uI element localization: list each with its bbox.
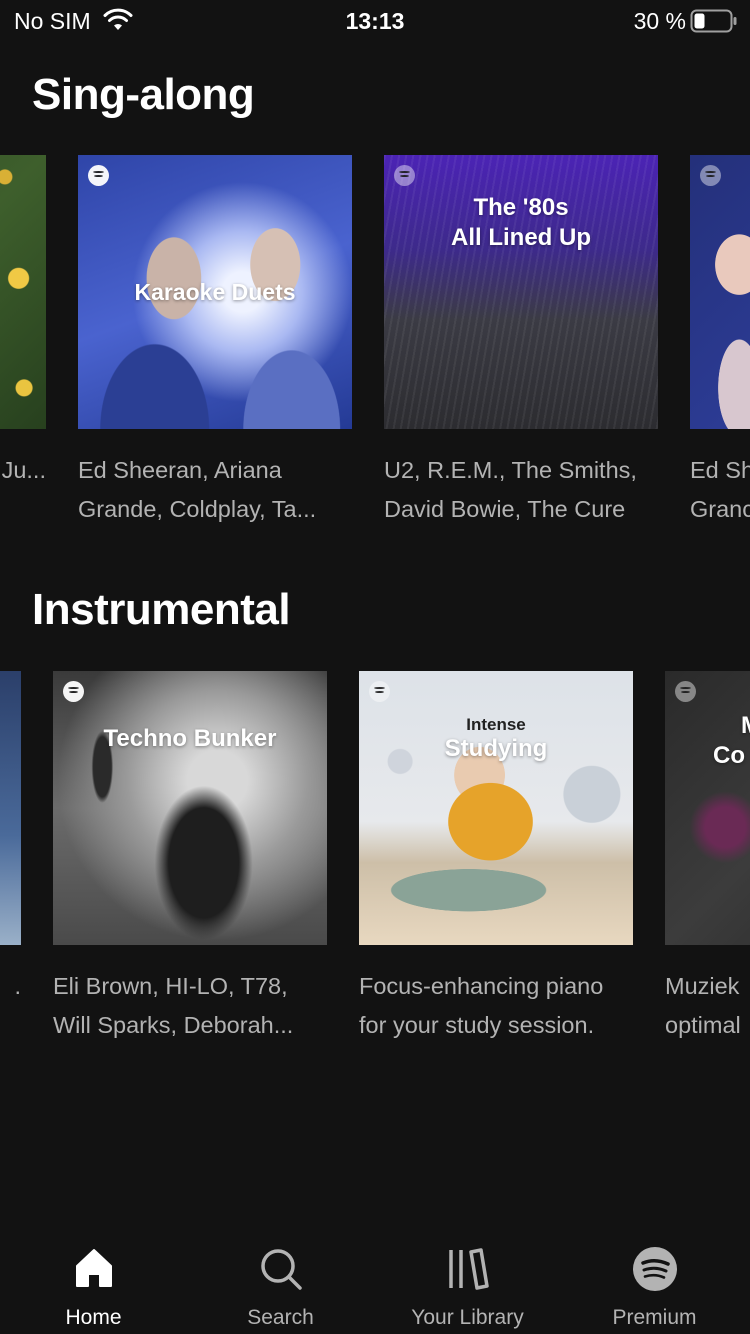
cover-title-line2: Co (713, 742, 745, 769)
playlist-desc-line2: . (14, 973, 21, 999)
cover-title-line2: All Lined Up (451, 224, 591, 251)
spotify-logo-icon (63, 681, 84, 702)
playlist-desc-line1: Ed Sheeran, Ariana (78, 457, 282, 483)
tab-home[interactable]: Home (0, 1230, 187, 1334)
spotify-logo-icon (675, 681, 696, 702)
cover-title-small: Intense (466, 715, 526, 734)
spotify-logo-icon (394, 165, 415, 186)
playlist-desc-line2: Grande, Coldplay, Ta... (78, 496, 317, 522)
playlist-cover (690, 155, 750, 429)
tab-your-library[interactable]: Your Library (374, 1230, 561, 1334)
battery-percent: 30 % (633, 8, 686, 34)
library-icon (448, 1248, 489, 1290)
playlist-desc-line2: David Bowie, The Cure (384, 496, 626, 522)
cover-title: Techno Bunker (103, 725, 277, 752)
tab-label: Premium (612, 1306, 697, 1329)
spotify-icon (632, 1247, 677, 1291)
cover-title: Studying (444, 735, 548, 762)
status-bar: No SIM 13:13 30 % (0, 0, 750, 42)
playlist-desc-line1: Ed Sh (690, 457, 750, 483)
search-icon (260, 1249, 302, 1290)
playlist-cover: M Co (665, 671, 750, 945)
tab-premium[interactable]: Premium (561, 1230, 748, 1334)
cover-title-line1: The '80s (473, 194, 569, 221)
playlist-desc-line2: for your study session. (359, 1012, 595, 1038)
spotify-logo-icon (700, 165, 721, 186)
playlist-desc-line1: Eli Brown, HI-LO, T78, (53, 973, 288, 999)
playlist-cover: The '80s All Lined Up (384, 155, 658, 429)
playlist-desc-line2: Granc (690, 496, 750, 522)
playlist-desc-line2: optimal (665, 1012, 741, 1038)
section-title-instrumental: Instrumental (32, 585, 291, 634)
playlist-cover: Intense Studying (359, 671, 633, 945)
playlist-desc-line1: Focus-enhancing piano (359, 973, 604, 999)
tab-label: Home (65, 1306, 122, 1329)
playlist-cover: Karaoke Duets (78, 155, 352, 429)
spotify-logo-icon (369, 681, 390, 702)
playlist-desc-line1: U2, R.E.M., The Smiths, (384, 457, 637, 483)
home-screen: No SIM 13:13 30 % Sing-along Ju... Karao… (0, 0, 750, 1334)
playlist-cover (0, 155, 46, 429)
playlist-desc-line2: Will Sparks, Deborah... (53, 1012, 294, 1038)
tab-label: Your Library (411, 1306, 524, 1329)
playlist-desc-line1: Muziek (665, 973, 740, 999)
playlist-desc-line2: Ju... (1, 457, 46, 483)
home-icon (75, 1249, 112, 1287)
spotify-logo-icon (88, 165, 109, 186)
battery-icon (690, 9, 737, 33)
playlist-cover (0, 671, 21, 945)
cover-title-line1: M (713, 711, 750, 741)
tab-search[interactable]: Search (187, 1230, 374, 1334)
cover-title: Karaoke Duets (134, 279, 296, 305)
section-title-sing-along: Sing-along (32, 70, 255, 119)
bottom-tab-bar: Home Search Your Library Premium (0, 1230, 750, 1334)
playlist-cover: Techno Bunker (53, 671, 327, 945)
tab-label: Search (247, 1306, 314, 1329)
